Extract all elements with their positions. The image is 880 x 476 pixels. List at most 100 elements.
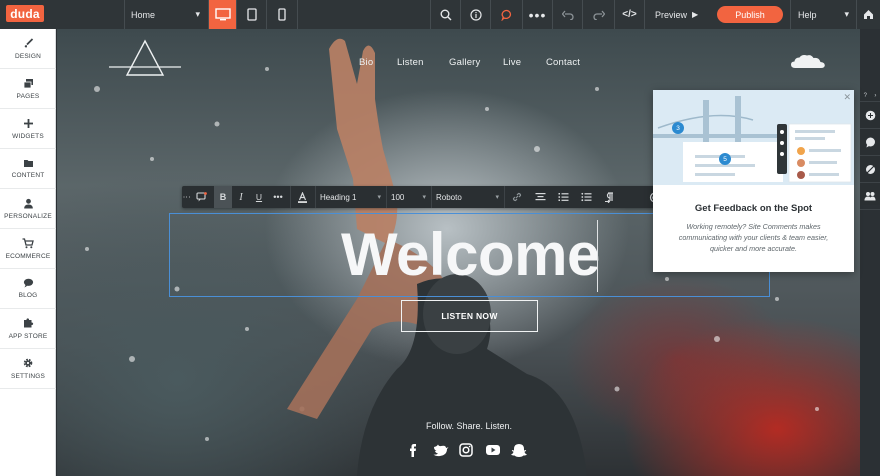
sidebar-item-personalize[interactable]: PERSONALIZE bbox=[0, 189, 56, 229]
add-comment-icon bbox=[865, 110, 875, 120]
site-nav-listen[interactable]: Listen bbox=[397, 57, 424, 68]
site-logo-triangle-icon[interactable] bbox=[109, 39, 181, 83]
sidebar-item-label: ECOMMERCE bbox=[5, 252, 51, 260]
preview-button[interactable]: Preview ▶ bbox=[644, 0, 707, 29]
puzzle-icon bbox=[24, 318, 34, 328]
text-color-icon bbox=[298, 191, 307, 203]
sidebar-item-settings[interactable]: SETTINGS bbox=[0, 349, 56, 389]
left-sidebar: DESIGN PAGES WIDGETS CONTENT PERSONALIZE… bbox=[0, 29, 56, 476]
chat-bubble-icon bbox=[23, 278, 33, 288]
underline-button[interactable]: U bbox=[250, 186, 268, 208]
sidebar-item-ecommerce[interactable]: ECOMMERCE bbox=[0, 229, 56, 269]
pages-icon bbox=[23, 78, 33, 88]
sidebar-item-widgets[interactable]: WIDGETS bbox=[0, 109, 56, 149]
comments-button[interactable] bbox=[490, 0, 522, 29]
home-button[interactable] bbox=[856, 0, 880, 29]
redo-icon bbox=[592, 10, 605, 20]
drag-handle-icon[interactable]: ⋮ bbox=[182, 186, 191, 208]
youtube-icon[interactable] bbox=[486, 445, 500, 455]
help-menu[interactable]: Help ▾ bbox=[790, 0, 856, 29]
twitter-icon[interactable] bbox=[433, 444, 449, 457]
users-icon bbox=[864, 192, 876, 201]
numbered-list-button[interactable] bbox=[552, 186, 574, 208]
add-comment-tool[interactable] bbox=[860, 102, 880, 129]
site-comments-popup: 3 5 ✕ Get Feedback on the Spot Working r… bbox=[653, 90, 854, 272]
italic-button[interactable]: I bbox=[232, 186, 250, 208]
preview-label: Preview bbox=[655, 9, 688, 20]
listen-now-button[interactable]: LISTEN NOW bbox=[401, 300, 538, 332]
more-button[interactable]: ••• bbox=[522, 0, 552, 29]
tablet-view-button[interactable] bbox=[236, 0, 266, 29]
code-button[interactable]: </> bbox=[614, 0, 644, 29]
publish-button[interactable]: Publish bbox=[717, 6, 783, 23]
search-button[interactable] bbox=[430, 0, 460, 29]
info-button[interactable] bbox=[460, 0, 490, 29]
comment-add-button[interactable] bbox=[190, 186, 212, 208]
collaborators-tool[interactable] bbox=[860, 183, 880, 210]
sidebar-item-design[interactable]: DESIGN bbox=[0, 29, 56, 69]
chevron-down-icon: ▾ bbox=[195, 9, 200, 19]
help-label: Help bbox=[798, 9, 817, 20]
text-color-button[interactable] bbox=[290, 186, 314, 208]
bold-icon: B bbox=[219, 192, 227, 202]
font-size-select[interactable]: 100 ▾ bbox=[386, 186, 430, 208]
align-center-icon bbox=[535, 193, 545, 201]
paragraph-direction-button[interactable] bbox=[598, 186, 620, 208]
close-icon[interactable]: ✕ bbox=[843, 92, 851, 103]
facebook-icon[interactable] bbox=[410, 444, 416, 457]
redo-button[interactable] bbox=[582, 0, 614, 29]
collapse-chevron-icon[interactable]: › bbox=[874, 93, 876, 99]
plus-icon bbox=[23, 118, 33, 128]
text-cursor bbox=[597, 220, 598, 292]
popup-body: Working remotely? Site Comments makes co… bbox=[678, 222, 829, 253]
soundcloud-icon[interactable] bbox=[791, 54, 825, 70]
site-heading[interactable]: Welcome bbox=[341, 220, 600, 290]
chevron-down-icon: ▾ bbox=[495, 194, 499, 201]
follow-text: Follow. Share. Listen. bbox=[425, 421, 513, 431]
comment-add-icon bbox=[195, 192, 207, 202]
page-selector[interactable]: Home ▾ bbox=[124, 0, 208, 29]
folder-icon bbox=[23, 160, 33, 167]
instagram-icon[interactable] bbox=[459, 443, 473, 457]
more-text-options-button[interactable]: ••• bbox=[268, 186, 288, 208]
link-button[interactable] bbox=[504, 186, 528, 208]
paragraph-icon bbox=[604, 191, 613, 203]
site-nav-bio[interactable]: Bio bbox=[359, 57, 373, 68]
hide-comments-tool[interactable] bbox=[860, 156, 880, 183]
font-family-select[interactable]: Roboto ▾ bbox=[431, 186, 503, 208]
bold-button[interactable]: B bbox=[214, 186, 232, 208]
site-nav-gallery[interactable]: Gallery bbox=[449, 57, 481, 68]
mobile-icon bbox=[278, 8, 286, 21]
chevron-down-icon: ▾ bbox=[377, 194, 381, 201]
bridge-illustration bbox=[653, 90, 854, 185]
sidebar-item-app-store[interactable]: APP STORE bbox=[0, 309, 56, 349]
desktop-view-button[interactable] bbox=[208, 0, 236, 29]
bullet-list-button[interactable] bbox=[575, 186, 597, 208]
link-icon bbox=[512, 192, 521, 202]
text-style-select[interactable]: Heading 1 ▾ bbox=[315, 186, 385, 208]
info-icon bbox=[469, 8, 482, 21]
help-question-icon[interactable]: ? bbox=[864, 93, 867, 99]
gear-icon bbox=[23, 358, 33, 368]
sidebar-item-label: SETTINGS bbox=[10, 373, 46, 380]
align-center-button[interactable] bbox=[529, 186, 551, 208]
site-nav-live[interactable]: Live bbox=[503, 57, 521, 68]
chevron-down-icon: ▾ bbox=[844, 9, 849, 19]
sidebar-item-label: DESIGN bbox=[14, 52, 42, 60]
home-icon bbox=[864, 10, 873, 19]
font-size-value: 100 bbox=[391, 192, 405, 202]
sidebar-item-blog[interactable]: BLOG bbox=[0, 269, 56, 309]
sidebar-item-content[interactable]: CONTENT bbox=[0, 149, 56, 189]
comments-list-tool[interactable] bbox=[860, 129, 880, 156]
undo-button[interactable] bbox=[552, 0, 582, 29]
search-icon bbox=[440, 9, 451, 20]
sidebar-item-label: BLOG bbox=[18, 292, 38, 299]
site-nav-contact[interactable]: Contact bbox=[546, 57, 580, 68]
italic-icon: I bbox=[239, 191, 243, 203]
desktop-icon bbox=[214, 8, 231, 21]
comment-badge-left: 3 bbox=[672, 122, 684, 134]
snapchat-icon[interactable] bbox=[511, 444, 527, 457]
sidebar-item-pages[interactable]: PAGES bbox=[0, 69, 56, 109]
duda-logo[interactable]: duda bbox=[6, 5, 44, 22]
mobile-view-button[interactable] bbox=[266, 0, 298, 29]
